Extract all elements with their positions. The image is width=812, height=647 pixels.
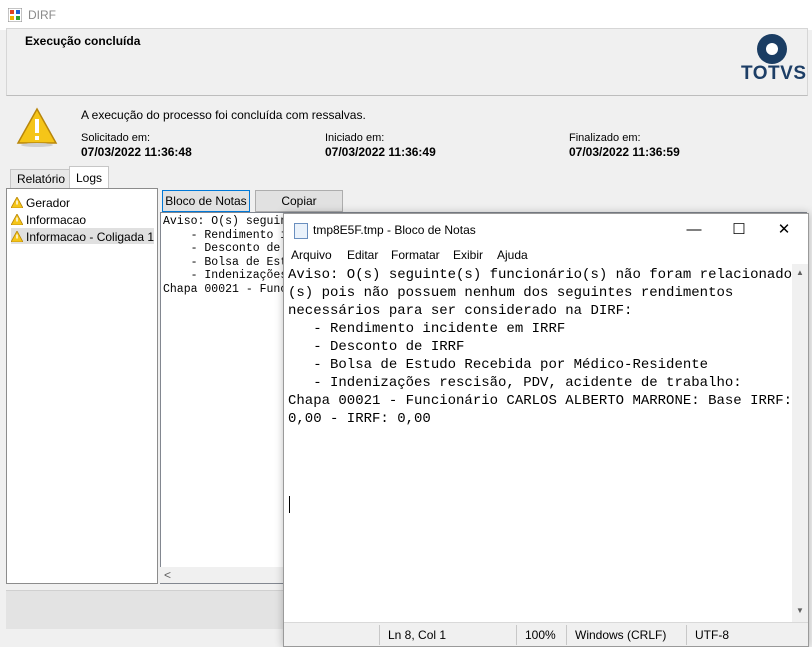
- menu-arquivo[interactable]: Arquivo: [291, 248, 332, 262]
- close-icon[interactable]: ✕: [761, 214, 807, 246]
- tab-relatorio[interactable]: Relatório: [10, 169, 73, 188]
- minimize-icon[interactable]: —: [671, 214, 717, 246]
- log-text: Aviso: O(s) seguin - Rendimento in - Des…: [163, 215, 295, 296]
- notepad-text-area[interactable]: Aviso: O(s) seguinte(s) funcionário(s) n…: [284, 264, 792, 622]
- tree-item-informacao[interactable]: Informacao: [11, 211, 86, 227]
- log-horizontal-scrollbar[interactable]: <: [160, 567, 285, 583]
- notepad-menubar: Arquivo Editar Formatar Exibir Ajuda: [284, 246, 808, 264]
- scroll-up-icon[interactable]: ▲: [796, 268, 804, 277]
- page-title: Execução concluída: [25, 34, 141, 48]
- finalizado-value: 07/03/2022 11:36:59: [569, 145, 680, 159]
- warning-icon: [16, 107, 58, 147]
- bottom-panel: [6, 590, 286, 629]
- iniciado-value: 07/03/2022 11:36:49: [325, 145, 436, 159]
- header-panel: Execução concluída TOTVS: [6, 28, 808, 96]
- notepad-text: Aviso: O(s) seguinte(s) funcionário(s) n…: [288, 267, 793, 427]
- solicitado-label: Solicitado em:: [81, 132, 151, 144]
- notepad-title: tmp8E5F.tmp - Bloco de Notas: [313, 223, 476, 237]
- warning-small-icon: [11, 231, 23, 243]
- iniciado-label: Iniciado em:: [325, 132, 385, 144]
- tree-item-gerador[interactable]: Gerador: [11, 194, 70, 210]
- totvs-logo-icon: [757, 34, 787, 64]
- bloco-de-notas-button[interactable]: Bloco de Notas: [162, 190, 250, 212]
- warning-small-icon: [11, 197, 23, 209]
- status-encoding: UTF-8: [695, 628, 729, 642]
- log-tree: Gerador Informacao Informacao - Coligada…: [6, 188, 158, 584]
- notepad-statusbar: Ln 8, Col 1 100% Windows (CRLF) UTF-8: [284, 622, 808, 646]
- window-title: DIRF: [28, 8, 56, 22]
- status-zoom: 100%: [525, 628, 556, 642]
- menu-exibir[interactable]: Exibir: [453, 248, 483, 262]
- notepad-window: tmp8E5F.tmp - Bloco de Notas — ☐ ✕ Arqui…: [283, 213, 809, 647]
- menu-editar[interactable]: Editar: [347, 248, 378, 262]
- copiar-button[interactable]: Copiar: [255, 190, 343, 212]
- totvs-logo-text: TOTVS: [741, 63, 807, 84]
- maximize-icon[interactable]: ☐: [716, 214, 762, 246]
- menu-formatar[interactable]: Formatar: [391, 248, 440, 262]
- scroll-left-icon[interactable]: <: [164, 568, 171, 582]
- tree-item-informacao-coligada-1[interactable]: Informacao - Coligada 1: [11, 228, 155, 244]
- notepad-vertical-scrollbar[interactable]: ▲ ▼: [792, 264, 808, 622]
- solicitado-value: 07/03/2022 11:36:48: [81, 145, 192, 159]
- status-position: Ln 8, Col 1: [388, 628, 447, 642]
- warning-small-icon: [11, 214, 23, 226]
- finalizado-label: Finalizado em:: [569, 132, 641, 144]
- notepad-titlebar: tmp8E5F.tmp - Bloco de Notas — ☐ ✕: [284, 214, 808, 246]
- status-message: A execução do processo foi concluída com…: [81, 108, 366, 122]
- menu-ajuda[interactable]: Ajuda: [497, 248, 528, 262]
- text-caret: [289, 496, 290, 513]
- notepad-icon: [294, 223, 308, 239]
- scroll-down-icon[interactable]: ▼: [796, 606, 804, 615]
- tab-logs[interactable]: Logs: [69, 166, 110, 189]
- window-titlebar: DIRF: [0, 0, 812, 30]
- status-line-ending: Windows (CRLF): [575, 628, 667, 642]
- app-icon: [8, 8, 22, 22]
